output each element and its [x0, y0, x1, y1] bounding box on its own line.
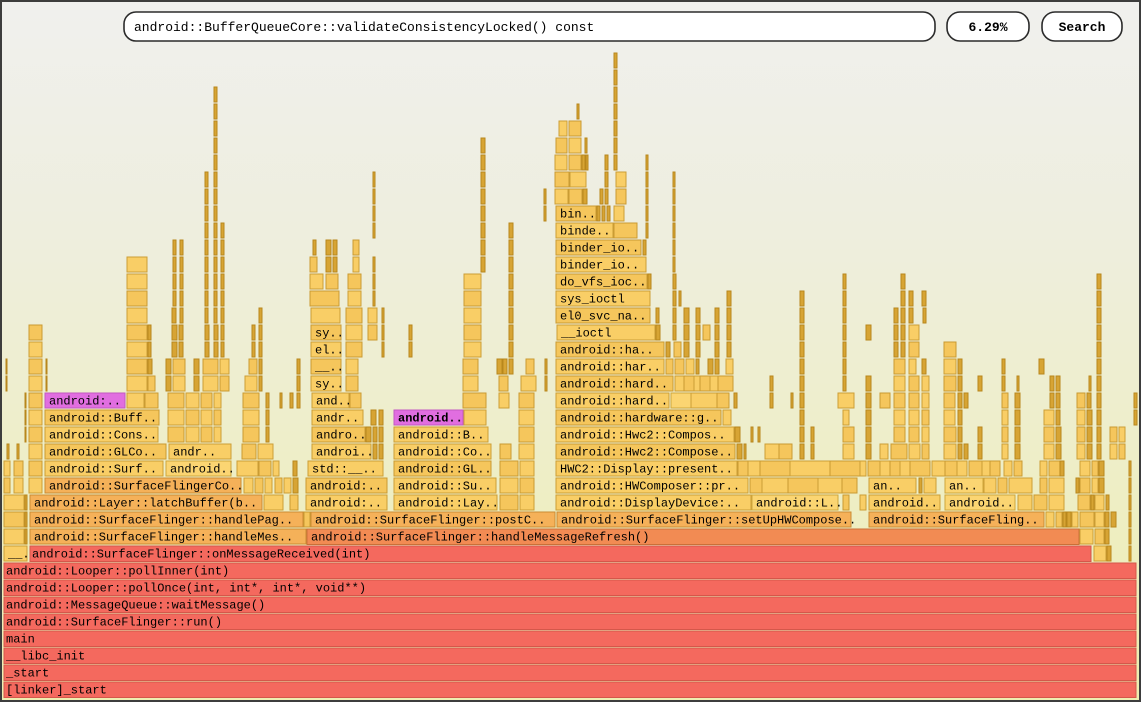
svg-text:android..: android..: [949, 497, 1014, 511]
svg-text:do_vfs_ioc..: do_vfs_ioc..: [560, 276, 646, 290]
svg-text:android::Looper::pollInner(int: android::Looper::pollInner(int): [6, 565, 229, 579]
svg-text:android::BufferQueueCore::vali: android::BufferQueueCore::validateConsis…: [134, 20, 594, 35]
svg-text:android::har..: android::har..: [560, 361, 661, 375]
svg-text:android::hard..: android::hard..: [560, 395, 668, 409]
svg-text:android::MessageQueue::waitMes: android::MessageQueue::waitMessage(): [6, 599, 265, 613]
svg-text:__..: __..: [314, 361, 344, 375]
svg-text:and..: and..: [316, 395, 352, 409]
svg-text:sys_ioctl: sys_ioctl: [560, 293, 625, 307]
svg-text:android:..: android:..: [310, 480, 382, 494]
svg-text:android:..: android:..: [310, 497, 382, 511]
svg-text:android::Lay..: android::Lay..: [398, 497, 499, 511]
svg-text:an..: an..: [873, 480, 902, 494]
svg-text:binder_io..: binder_io..: [560, 242, 639, 256]
svg-text:android::GLCo..: android::GLCo..: [49, 446, 157, 460]
svg-text:android:..: android:..: [49, 395, 121, 409]
svg-text:el0_svc_na..: el0_svc_na..: [560, 310, 646, 324]
svg-text:__ioctl: __ioctl: [560, 327, 611, 341]
svg-text:android::Looper::pollOnce(int,: android::Looper::pollOnce(int, int*, int…: [6, 582, 366, 596]
svg-text:__.: __.: [7, 548, 30, 562]
svg-text:android..: android..: [398, 412, 463, 426]
svg-text:binde..: binde..: [560, 225, 610, 239]
svg-text:android::Co..: android::Co..: [398, 446, 492, 460]
svg-text:android::B..: android::B..: [398, 429, 484, 443]
svg-text:android..: android..: [873, 497, 938, 511]
svg-text:main: main: [6, 633, 35, 647]
svg-text:android::SurfaceFling..: android::SurfaceFling..: [873, 514, 1039, 528]
svg-text:bin..: bin..: [560, 208, 596, 222]
svg-text:an..: an..: [949, 480, 978, 494]
svg-text:android::Su..: android::Su..: [398, 480, 492, 494]
svg-text:android::DisplayDevice:..: android::DisplayDevice:..: [560, 497, 740, 511]
svg-text:[linker]_start: [linker]_start: [6, 684, 107, 698]
svg-text:android..: android..: [170, 463, 235, 477]
svg-text:andro..: andro..: [316, 429, 366, 443]
svg-text:android::hardware::g..: android::hardware::g..: [560, 412, 718, 426]
svg-text:android::Buff..: android::Buff..: [49, 412, 157, 426]
svg-text:sy..: sy..: [315, 327, 344, 341]
svg-text:sy..: sy..: [315, 378, 344, 392]
svg-text:android::hard..: android::hard..: [560, 378, 668, 392]
svg-text:android::HWComposer::pr..: android::HWComposer::pr..: [560, 480, 740, 494]
svg-text:android::Hwc2::Compos..: android::Hwc2::Compos..: [560, 429, 726, 443]
svg-text:std::__..: std::__..: [312, 463, 377, 477]
svg-text:6.29%: 6.29%: [968, 20, 1007, 35]
svg-text:android::SurfaceFlinger::run(): android::SurfaceFlinger::run(): [6, 616, 222, 630]
svg-text:android::SurfaceFlinger::handl: android::SurfaceFlinger::handlePag..: [34, 514, 293, 528]
svg-text:android::L..: android::L..: [756, 497, 842, 511]
svg-text:_start: _start: [5, 667, 49, 681]
svg-text:android::SurfaceFlinger::onMes: android::SurfaceFlinger::onMessageReceiv…: [32, 548, 370, 562]
svg-text:binder_io..: binder_io..: [560, 259, 639, 273]
svg-text:android::Layer::latchBuffer(b.: android::Layer::latchBuffer(b..: [34, 497, 257, 511]
svg-text:android::SurfaceFlinger::postC: android::SurfaceFlinger::postC..: [315, 514, 545, 528]
svg-text:andr..: andr..: [316, 412, 359, 426]
svg-text:andr..: andr..: [173, 446, 216, 460]
svg-text:android::ha..: android::ha..: [560, 344, 654, 358]
svg-text:android::Surf..: android::Surf..: [49, 463, 157, 477]
svg-text:android::GL..: android::GL..: [398, 463, 492, 477]
svg-text:android::Cons..: android::Cons..: [49, 429, 157, 443]
svg-text:el..: el..: [315, 344, 344, 358]
svg-text:android::SurfaceFlinger::handl: android::SurfaceFlinger::handleMes..: [34, 531, 293, 545]
svg-text:androi..: androi..: [316, 446, 374, 460]
svg-text:android::SurfaceFlingerCo..: android::SurfaceFlingerCo..: [49, 480, 243, 494]
svg-text:android::SurfaceFlinger::setUp: android::SurfaceFlinger::setUpHWCompose.…: [561, 514, 856, 528]
svg-text:android::Hwc2::Compose..: android::Hwc2::Compose..: [560, 446, 733, 460]
svg-text:__libc_init: __libc_init: [5, 650, 85, 664]
svg-text:HWC2::Display::present..: HWC2::Display::present..: [560, 463, 733, 477]
svg-text:android::SurfaceFlinger::handl: android::SurfaceFlinger::handleMessageRe…: [311, 531, 649, 545]
svg-text:Search: Search: [1059, 20, 1106, 35]
